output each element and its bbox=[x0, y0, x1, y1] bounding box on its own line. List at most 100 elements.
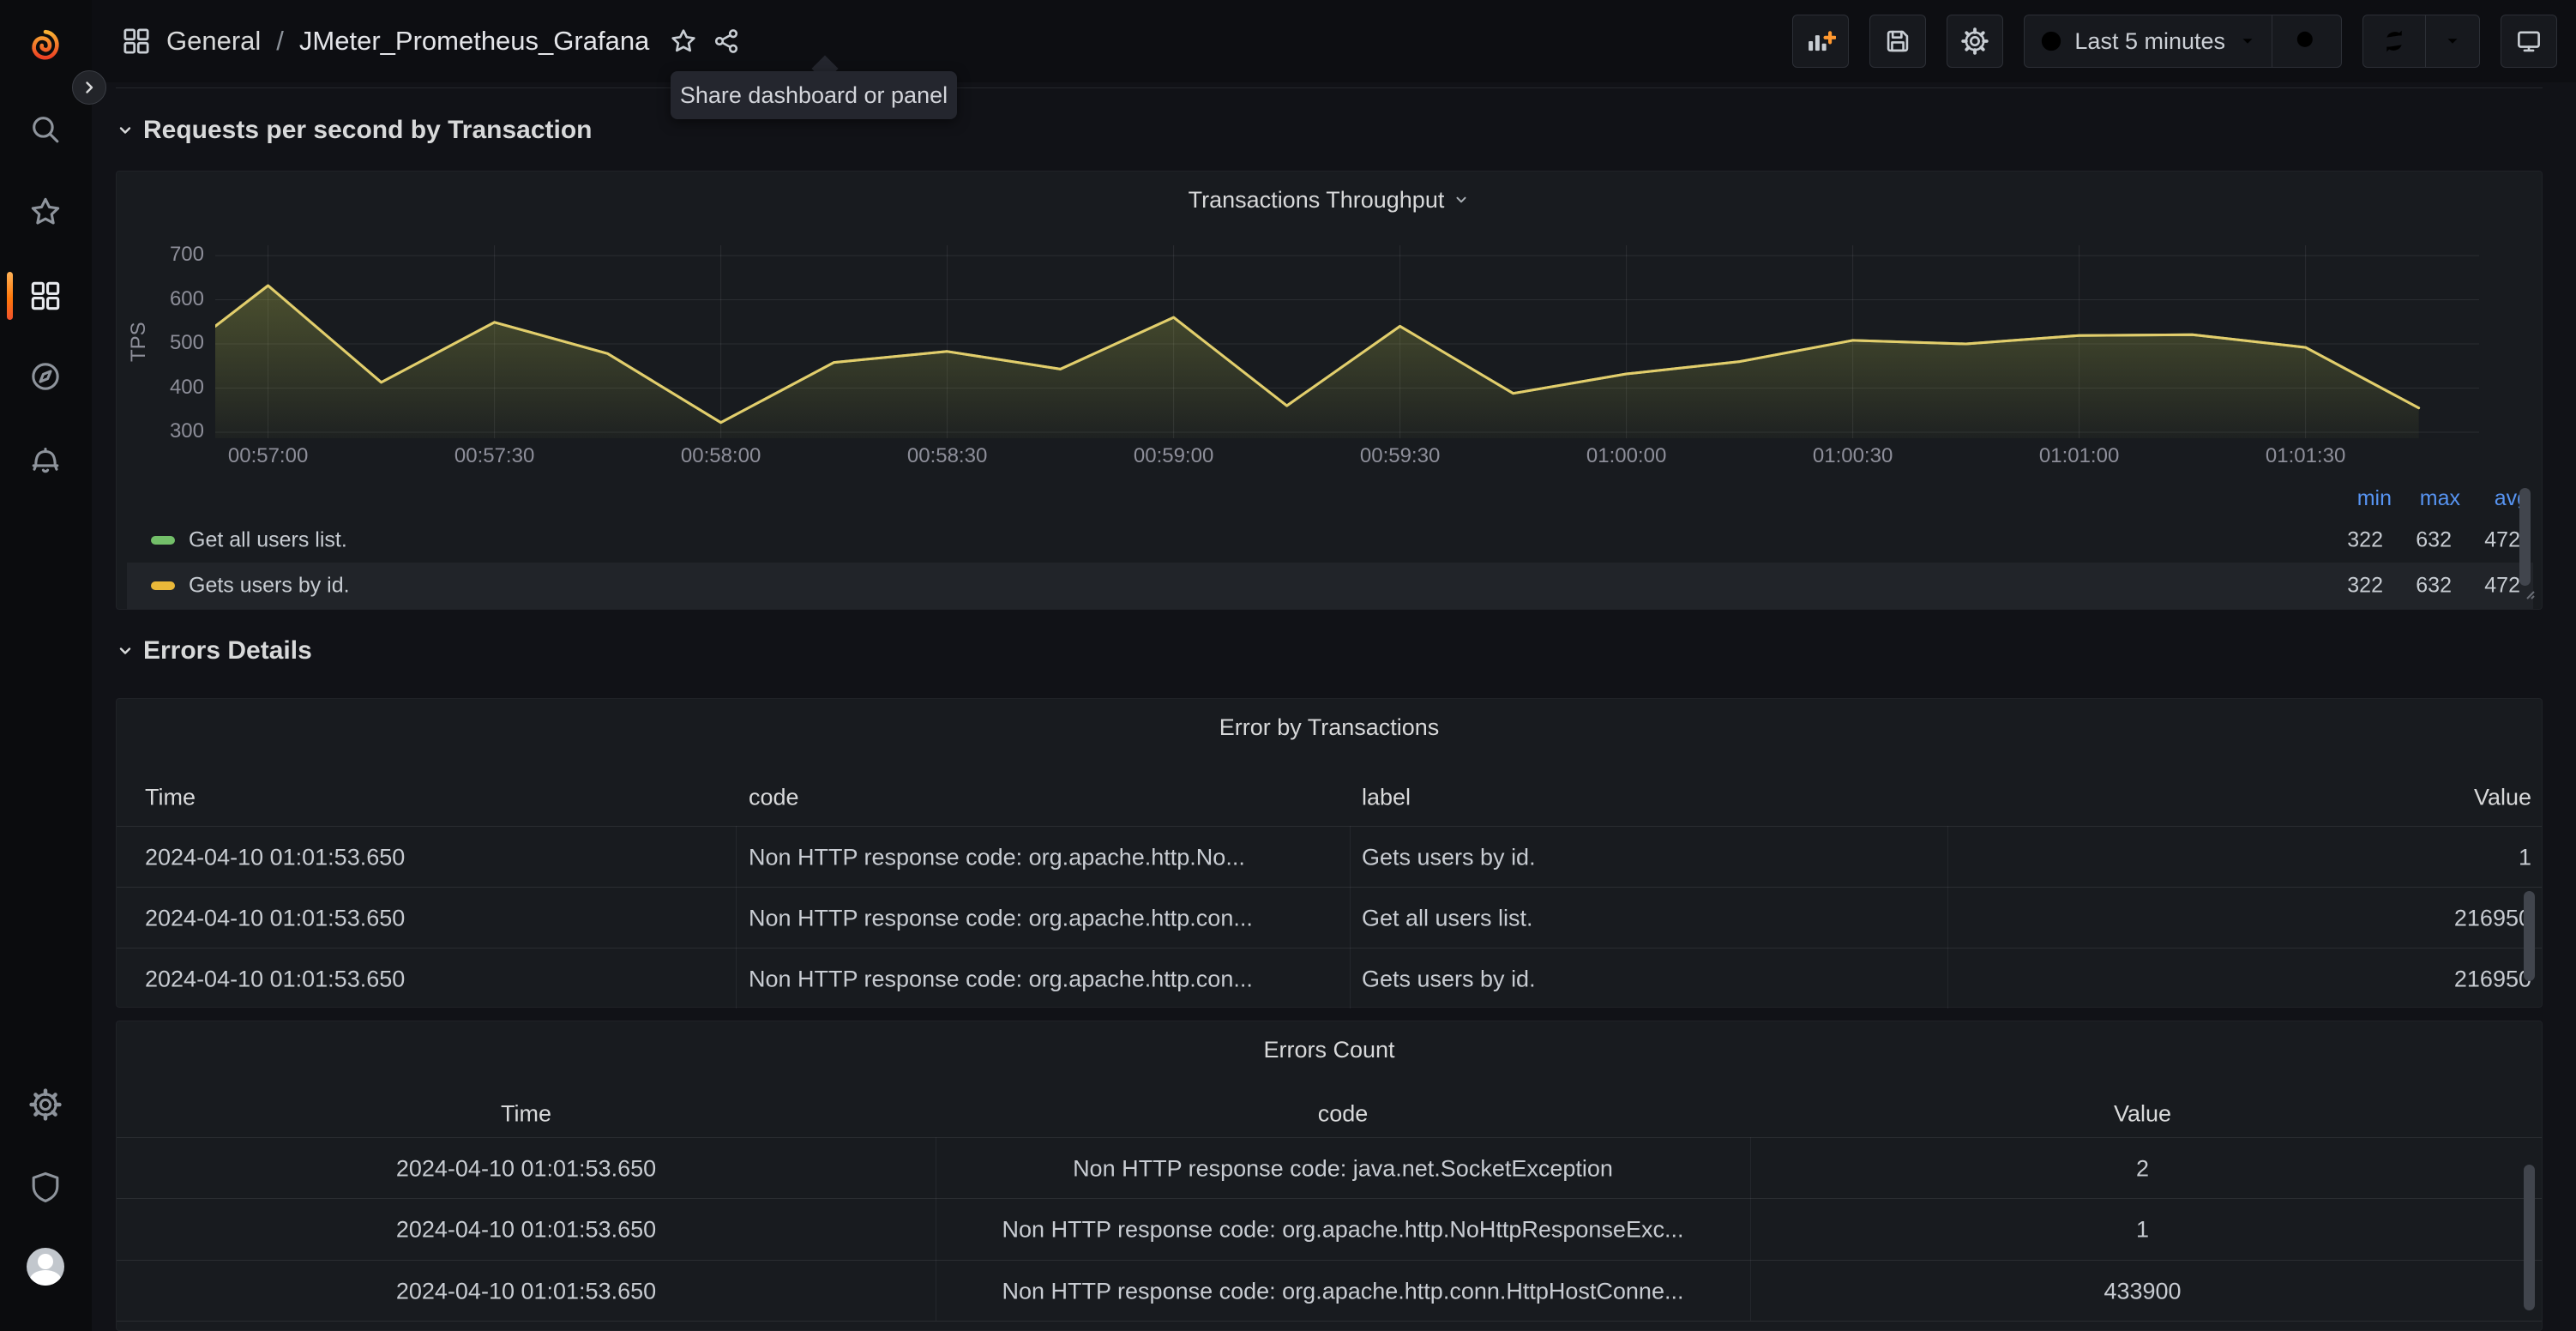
grafana-logo[interactable] bbox=[28, 28, 63, 63]
star-dashboard-button[interactable] bbox=[670, 27, 697, 55]
x-tick-label: 01:00:30 bbox=[1785, 444, 1922, 468]
apps-grid-icon[interactable] bbox=[122, 27, 151, 56]
cell-label: Gets users by id. bbox=[1362, 966, 1536, 992]
table-scrollbar-thumb[interactable] bbox=[2524, 1165, 2535, 1310]
column-header[interactable]: code bbox=[936, 1100, 1750, 1127]
user-avatar[interactable] bbox=[27, 1248, 64, 1286]
table-row: 2024-04-10 01:01:53.650 Non HTTP respons… bbox=[117, 1260, 2542, 1322]
grafana-dashboard-screen: General / JMeter_Prometheus_Grafana bbox=[0, 0, 2576, 1331]
series-color-swatch bbox=[151, 536, 175, 545]
x-tick-label: 00:58:30 bbox=[879, 444, 1016, 468]
cell-label: Gets users by id. bbox=[1362, 844, 1536, 870]
chevron-down-icon bbox=[2237, 31, 2258, 51]
cycle-view-mode-button[interactable] bbox=[2501, 15, 2557, 68]
panel-title: Error by Transactions bbox=[1219, 714, 1440, 741]
panel-resize-handle[interactable] bbox=[2521, 586, 2537, 605]
refresh-dashboard-button[interactable] bbox=[2363, 15, 2425, 67]
section-errors-details[interactable]: Errors Details bbox=[116, 632, 312, 670]
refresh-icon bbox=[2380, 27, 2408, 55]
breadcrumb-folder[interactable]: General bbox=[166, 26, 261, 57]
dashboards-grid-icon bbox=[29, 280, 62, 312]
series-color-swatch bbox=[151, 581, 175, 590]
sidebar-item-explore[interactable] bbox=[28, 359, 63, 394]
column-header[interactable]: Time bbox=[145, 785, 196, 811]
legend-sort-avg[interactable]: avg bbox=[2443, 486, 2529, 512]
breadcrumb-separator: / bbox=[276, 26, 284, 57]
panel-error-by-transactions: Error by Transactions Time code label Va… bbox=[116, 698, 2543, 1008]
x-tick-label: 00:57:30 bbox=[426, 444, 563, 468]
sidebar-item-starred[interactable] bbox=[28, 195, 63, 229]
cell-value: 2 bbox=[1750, 1155, 2535, 1182]
chevron-down-icon bbox=[116, 641, 135, 660]
clock-icon bbox=[2038, 28, 2064, 54]
table-row: 2024-04-10 01:01:53.650 Non HTTP respons… bbox=[117, 1198, 2542, 1261]
y-tick-label: 400 bbox=[125, 376, 204, 400]
share-icon bbox=[713, 27, 740, 55]
cell-code: Non HTTP response code: org.apache.http.… bbox=[749, 905, 1253, 931]
share-dashboard-button[interactable] bbox=[713, 27, 740, 55]
table-row: 2024-04-10 01:01:53.650 Non HTTP respons… bbox=[117, 826, 2542, 888]
panel-errors-count: Errors Count Time code Value 2024-04-10 … bbox=[116, 1021, 2543, 1331]
column-header[interactable]: Time bbox=[117, 1100, 936, 1127]
panel-title-menu[interactable]: Errors Count bbox=[117, 1032, 2542, 1068]
table-row: 2024-04-10 01:01:53.650 Non HTTP respons… bbox=[117, 1137, 2542, 1199]
throughput-chart[interactable] bbox=[215, 245, 2479, 438]
table-row: 2024-04-10 01:01:53.650 Non HTTP respons… bbox=[117, 887, 2542, 949]
add-panel-button[interactable] bbox=[1792, 15, 1849, 68]
save-icon bbox=[1884, 27, 1911, 55]
chevron-down-icon bbox=[2442, 31, 2463, 51]
cell-time: 2024-04-10 01:01:53.650 bbox=[145, 905, 405, 931]
y-tick-label: 700 bbox=[125, 243, 204, 267]
search-icon bbox=[29, 113, 62, 146]
legend-scrollbar-thumb[interactable] bbox=[2519, 488, 2531, 586]
column-header[interactable]: code bbox=[749, 785, 799, 811]
cell-code: Non HTTP response code: org.apache.http.… bbox=[749, 844, 1245, 870]
refresh-interval-dropdown[interactable] bbox=[2425, 15, 2479, 67]
column-header[interactable]: Value bbox=[2474, 785, 2531, 811]
dashboard-header: General / JMeter_Prometheus_Grafana bbox=[92, 0, 2576, 82]
column-divider bbox=[1750, 1137, 1751, 1321]
sidebar-item-search[interactable] bbox=[28, 112, 63, 147]
panel-title-menu[interactable]: Error by Transactions bbox=[117, 709, 2542, 745]
panel-title-menu[interactable]: Transactions Throughput bbox=[117, 182, 2542, 218]
x-tick-label: 01:01:00 bbox=[2011, 444, 2148, 468]
legend-row: Get all users list. 322 632 472 bbox=[127, 517, 2533, 563]
column-header[interactable]: label bbox=[1362, 785, 1411, 811]
legend-series-label[interactable]: Gets users by id. bbox=[189, 574, 350, 599]
cell-time: 2024-04-10 01:01:53.650 bbox=[117, 1155, 936, 1182]
save-dashboard-button[interactable] bbox=[1869, 15, 1926, 68]
sidebar-item-alerting[interactable] bbox=[28, 443, 63, 477]
x-tick-label: 00:58:00 bbox=[653, 444, 790, 468]
x-tick-label: 00:59:00 bbox=[1105, 444, 1243, 468]
legend-row: Gets users by id. 322 632 472 bbox=[127, 563, 2533, 609]
zoom-out-time-button[interactable] bbox=[2272, 15, 2341, 67]
time-range-picker[interactable]: Last 5 minutes bbox=[2025, 15, 2272, 67]
cell-value: 1 bbox=[1750, 1217, 2535, 1244]
x-tick-label: 01:01:30 bbox=[2237, 444, 2374, 468]
y-tick-label: 500 bbox=[125, 331, 204, 355]
x-tick-label: 00:57:00 bbox=[200, 444, 337, 468]
chevron-down-icon bbox=[1453, 191, 1470, 208]
sidebar-item-server-admin[interactable] bbox=[28, 1170, 63, 1204]
cell-value: 433900 bbox=[1750, 1278, 2535, 1304]
legend-avg-value: 472 bbox=[2435, 527, 2520, 552]
panel-title: Transactions Throughput bbox=[1189, 187, 1445, 214]
cell-code: Non HTTP response code: java.net.SocketE… bbox=[936, 1155, 1750, 1182]
legend-series-label[interactable]: Get all users list. bbox=[189, 527, 347, 552]
add-panel-icon bbox=[1805, 27, 1836, 55]
star-icon bbox=[670, 27, 697, 55]
row-divider bbox=[116, 87, 2543, 88]
section-requests-per-second[interactable]: Requests per second by Transaction bbox=[116, 111, 593, 149]
gear-icon bbox=[1961, 27, 1989, 55]
column-header[interactable]: Value bbox=[1750, 1100, 2535, 1127]
cell-value: 216950 bbox=[2454, 966, 2531, 992]
chevron-right-icon bbox=[81, 79, 98, 96]
shield-admin-icon bbox=[29, 1171, 62, 1203]
sidebar-expand-button[interactable] bbox=[72, 70, 106, 105]
panel-transactions-throughput: Transactions Throughput TPS 700600500400… bbox=[116, 171, 2543, 610]
sidebar-item-dashboards[interactable] bbox=[28, 279, 63, 313]
table-scrollbar-thumb[interactable] bbox=[2524, 891, 2535, 981]
dashboard-settings-button[interactable] bbox=[1947, 15, 2003, 68]
compass-explore-icon bbox=[29, 360, 62, 393]
sidebar-item-configuration[interactable] bbox=[28, 1087, 63, 1122]
